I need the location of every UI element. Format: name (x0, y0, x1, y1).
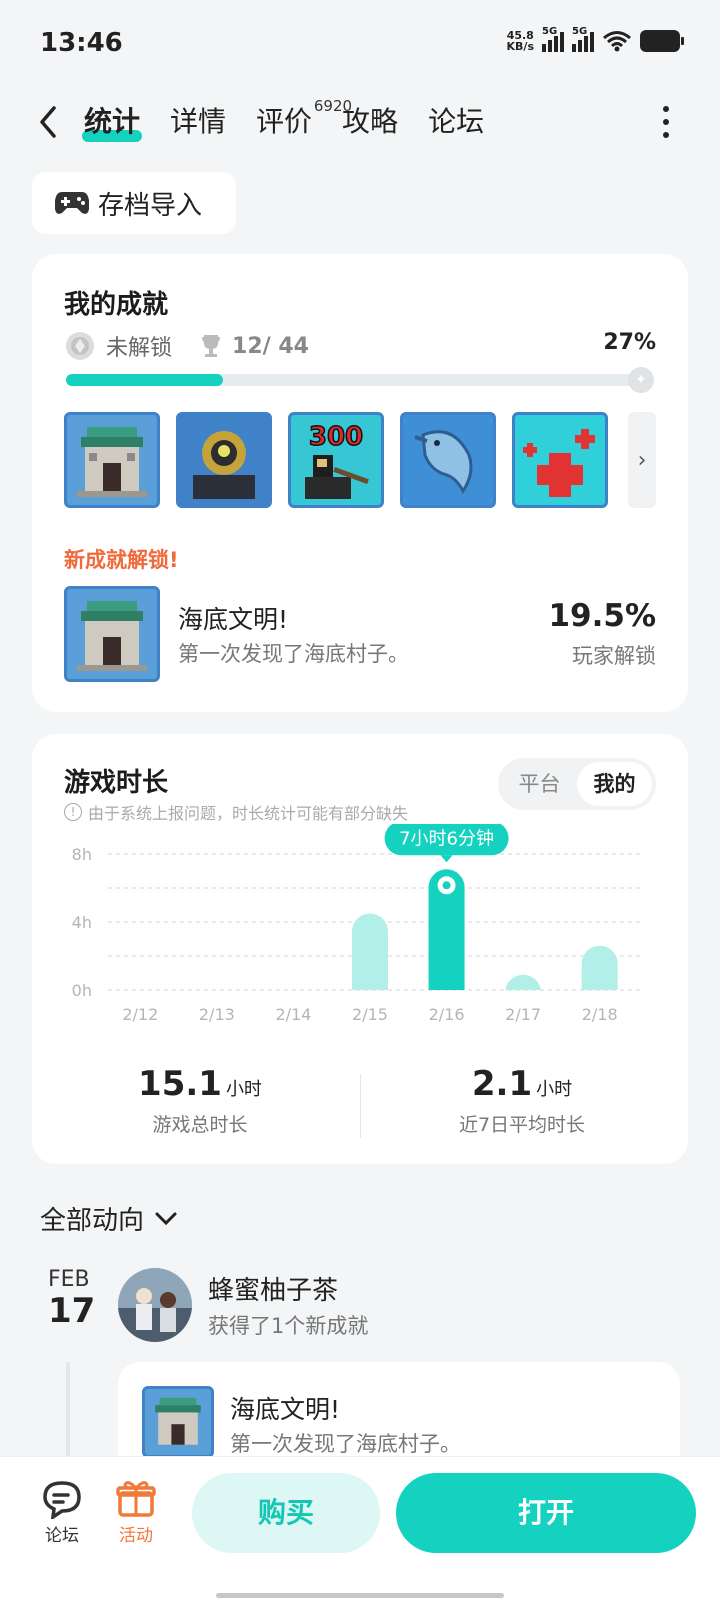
playtime-title: 游戏时长 (64, 768, 169, 798)
new-achievement-desc: 第一次发现了海底村子。 (178, 642, 409, 666)
y-tick-label: 0h (72, 981, 92, 1000)
chart-bar[interactable] (352, 913, 388, 991)
user-name[interactable]: 蜂蜜柚子茶 (208, 1270, 338, 1307)
open-button[interactable]: 打开 (396, 1473, 696, 1553)
clock: 13:46 (40, 28, 123, 58)
progress-end-icon: ✦ (628, 367, 654, 393)
status-icons: 45.8 KB/s 5G 5G (506, 26, 684, 53)
unlock-rate-label: 玩家解锁 (572, 644, 656, 668)
tab-forum[interactable]: 论坛 (428, 100, 484, 144)
more-options-icon[interactable] (662, 106, 670, 138)
signal-icon: 5G (542, 26, 564, 52)
x-tick-label: 2/17 (505, 1005, 541, 1024)
badge-dolphin[interactable] (400, 412, 496, 508)
bottom-nav-event[interactable]: 活动 (106, 1479, 166, 1546)
tooltip-text: 7小时6分钟 (399, 828, 494, 849)
gift-icon (116, 1481, 156, 1517)
chat-bubble-icon (43, 1481, 81, 1519)
timeline-line (66, 1362, 70, 1462)
x-tick-label: 2/13 (199, 1005, 235, 1024)
user-action: 获得了1个新成就 (208, 1314, 369, 1338)
network-speed: 45.8 KB/s (506, 29, 534, 53)
playtime-card: 游戏时长 ! 由于系统上报问题，时长统计可能有部分缺失 平台 我的 0h 4h 8h… (32, 734, 688, 1164)
svg-text:300: 300 (309, 422, 363, 452)
battery-icon (640, 30, 684, 52)
x-tick-label: 2/12 (122, 1005, 158, 1024)
chevron-right-icon[interactable]: › (628, 412, 656, 508)
tab-guides[interactable]: 攻略 (342, 100, 398, 144)
wifi-icon (603, 31, 631, 52)
tab-reviews[interactable]: 评价 6920 (256, 97, 352, 144)
total-playtime-stat: 15.1 小时 游戏总时长 (138, 1064, 262, 1136)
chart-bar[interactable] (505, 974, 542, 993)
bottom-action-bar: 论坛 活动 购买 打开 (0, 1456, 720, 1600)
trophy-icon (202, 335, 221, 357)
new-achievement-badge (64, 586, 160, 682)
badge-diving-helmet[interactable] (176, 412, 272, 508)
x-tick-label: 2/14 (275, 1005, 311, 1024)
signal-icon-2: 5G (572, 26, 594, 52)
tab-stats[interactable]: 统计 (81, 100, 143, 144)
top-nav: 统计 详情 评价 6920 攻略 论坛 (0, 92, 720, 154)
new-achievement-label: 新成就解锁! (64, 548, 179, 572)
tooltip-pointer (440, 855, 453, 863)
tab-bar: 统计 详情 评价 6920 攻略 论坛 (81, 97, 484, 144)
badge-300[interactable]: 300 (288, 412, 384, 508)
achievement-percent: 27% (603, 330, 656, 355)
stat-divider (360, 1074, 361, 1138)
new-achievement-item[interactable]: 海底文明! 第一次发现了海底村子。 19.5% 玩家解锁 (64, 586, 656, 682)
info-icon: ! (64, 803, 82, 821)
bar-marker-dot (442, 881, 451, 890)
achievement-title: 我的成就 (64, 290, 169, 320)
achievement-progress-bar: ✦ (66, 367, 654, 393)
bottom-nav-forum[interactable]: 论坛 (32, 1479, 92, 1546)
y-tick-label: 4h (72, 913, 92, 932)
feed-achievement-name: 海底文明! (230, 1395, 341, 1424)
avatar[interactable] (118, 1268, 192, 1342)
toggle-mine[interactable]: 我的 (577, 762, 652, 806)
back-arrow-icon[interactable] (32, 100, 68, 144)
buy-button[interactable]: 购买 (192, 1473, 380, 1553)
feed-filter-dropdown[interactable]: 全部动向 (40, 1200, 178, 1237)
chart-bar[interactable] (581, 945, 618, 990)
save-import-button[interactable]: 存档导入 (32, 172, 236, 234)
achievement-count: 12/ 44 (232, 333, 309, 359)
status-bar: 13:46 45.8 KB/s 5G 5G (0, 0, 720, 90)
y-tick-label: 8h (72, 845, 92, 864)
progress-fill (66, 374, 224, 386)
chevron-down-icon (155, 1212, 177, 1225)
toggle-platform[interactable]: 平台 (502, 762, 577, 806)
feed-achievement-badge (142, 1386, 214, 1458)
feed-date: FEB 17 (48, 1267, 96, 1331)
avg-playtime-stat: 2.1 小时 近7日平均时长 (458, 1064, 586, 1136)
source-toggle: 平台 我的 (498, 758, 656, 810)
locked-medal-icon (66, 332, 94, 360)
playtime-note: ! 由于系统上报问题，时长统计可能有部分缺失 (64, 800, 408, 824)
x-tick-label: 2/15 (352, 1005, 388, 1024)
achievement-badge-list: 300 (64, 412, 608, 508)
home-indicator[interactable] (216, 1593, 504, 1598)
achievement-card: 我的成就 未解锁 12/ 44 27% ✦ 300 › 新成就解锁! 海底文明!… (32, 254, 688, 712)
gamepad-icon (55, 192, 89, 214)
achievement-meta: 未解锁 12/ 44 (64, 330, 309, 362)
feed-achievement-desc: 第一次发现了海底村子。 (230, 1432, 461, 1456)
badge-red-cross[interactable] (512, 412, 608, 508)
playtime-chart: 0h 4h 8h 2/12 2/13 2/14 2/15 7小时6分钟 2/16 2/17 2/18 (72, 824, 644, 1024)
x-tick-label: 2/16 (429, 1005, 465, 1024)
badge-undersea-village[interactable] (64, 412, 160, 508)
x-tick-label: 2/18 (582, 1005, 618, 1024)
tab-details[interactable]: 详情 (170, 100, 226, 144)
unlock-rate: 19.5% (548, 598, 656, 634)
new-achievement-name: 海底文明! (178, 605, 289, 634)
